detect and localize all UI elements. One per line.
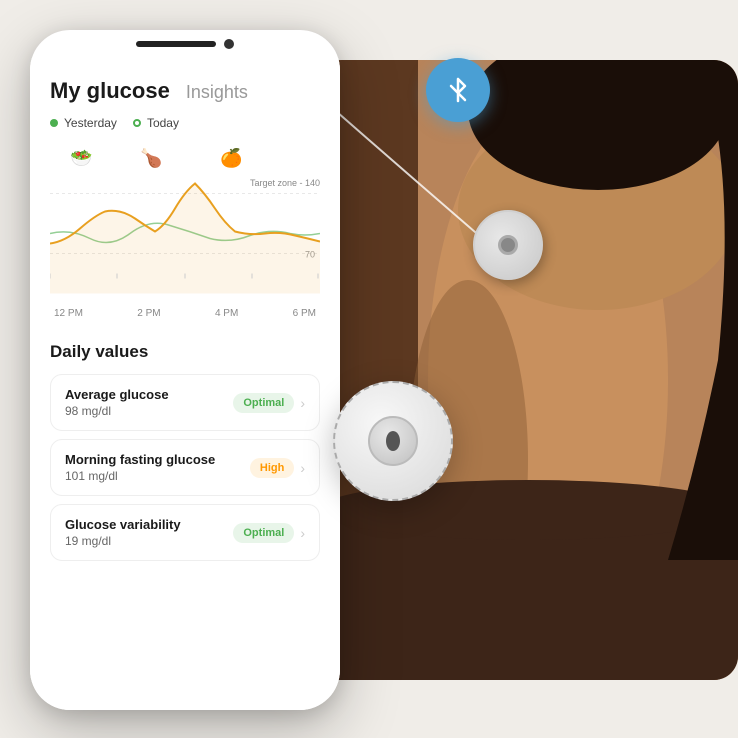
yesterday-label: Yesterday [64,116,117,130]
screen-title: My glucose [50,78,170,104]
phone-mockup: My glucose Insights Yesterday Today 🥗 🍗 [30,30,340,710]
today-dot [133,119,141,127]
chart-svg: 70 [50,146,320,301]
glucose-variability-arrow: › [300,525,305,541]
morning-fasting-info: Morning fasting glucose 101 mg/dl [65,452,250,483]
x-label-2pm: 2 PM [137,308,160,319]
cgm-sensor-patch [473,210,543,280]
food-icon-3: 🍊 [220,148,242,169]
average-glucose-name: Average glucose [65,387,233,402]
phone-screen: My glucose Insights Yesterday Today 🥗 🍗 [30,58,340,710]
device-inner [368,416,418,466]
glucose-variability-name: Glucose variability [65,517,233,532]
yesterday-dot [50,119,58,127]
phone-camera [224,39,234,49]
screen-header: My glucose Insights [50,78,320,104]
chart-legend: Yesterday Today [50,116,320,130]
notch-bar [136,41,216,47]
glucose-variability-value: 19 mg/dl [65,534,233,548]
target-zone-label: Target zone - 140 [250,178,320,188]
x-label-4pm: 4 PM [215,308,238,319]
scene: My glucose Insights Yesterday Today 🥗 🍗 [0,0,738,738]
person-background [318,60,738,680]
phone-notch [125,30,245,58]
food-icon-1: 🥗 [70,148,92,169]
bluetooth-button[interactable] [426,58,490,122]
legend-today: Today [133,116,179,130]
sensor-center [498,235,518,255]
daily-values-title: Daily values [50,342,320,362]
food-icon-2: 🍗 [140,148,162,169]
person-silhouette [318,60,738,680]
average-glucose-info: Average glucose 98 mg/dl [65,387,233,418]
x-label-12pm: 12 PM [54,308,83,319]
cgm-device-circle [333,381,453,501]
morning-fasting-badge: High [250,458,294,478]
today-label: Today [147,116,179,130]
average-glucose-arrow: › [300,395,305,411]
daily-values-section: Daily values Average glucose 98 mg/dl Op… [50,342,320,561]
chart-x-labels: 12 PM 2 PM 4 PM 6 PM [50,308,320,319]
glucose-variability-info: Glucose variability 19 mg/dl [65,517,233,548]
morning-fasting-card[interactable]: Morning fasting glucose 101 mg/dl High › [50,439,320,496]
morning-fasting-arrow: › [300,460,305,476]
average-glucose-badge: Optimal [233,393,294,413]
device-sensor-eye [386,431,400,451]
average-glucose-value: 98 mg/dl [65,404,233,418]
legend-yesterday: Yesterday [50,116,117,130]
glucose-chart: 🥗 🍗 🍊 Target zone - 140 70 [50,146,320,326]
morning-fasting-name: Morning fasting glucose [65,452,250,467]
x-label-6pm: 6 PM [293,308,316,319]
glucose-variability-badge: Optimal [233,523,294,543]
morning-fasting-value: 101 mg/dl [65,469,250,483]
insights-tab[interactable]: Insights [186,82,248,103]
glucose-variability-card[interactable]: Glucose variability 19 mg/dl Optimal › [50,504,320,561]
average-glucose-card[interactable]: Average glucose 98 mg/dl Optimal › [50,374,320,431]
bluetooth-icon [443,75,473,105]
